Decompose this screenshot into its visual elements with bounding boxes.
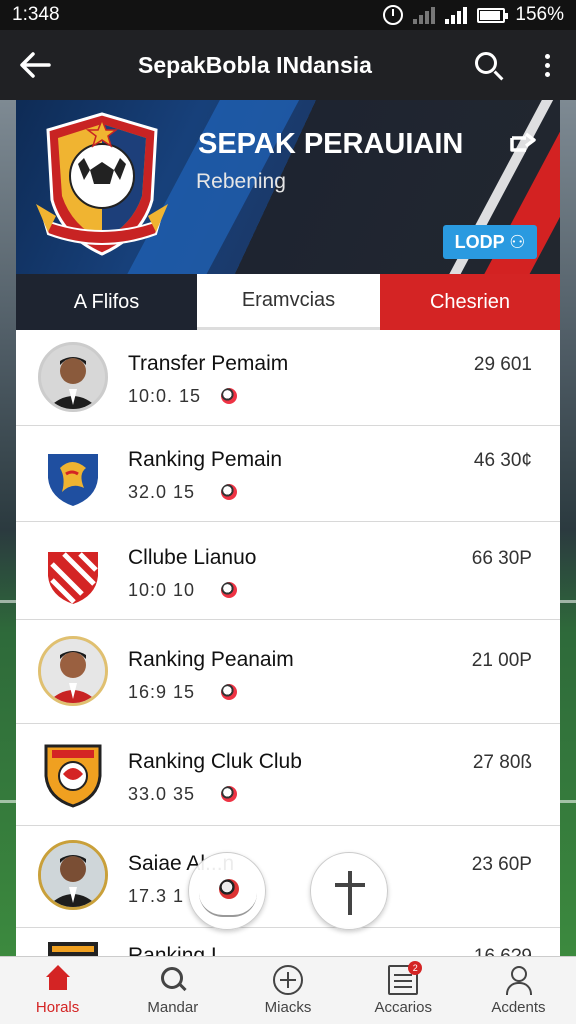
list-item[interactable]: Ranking Peanaim 16:9 15 21 00P bbox=[16, 620, 560, 724]
battery-icon bbox=[477, 7, 509, 23]
tab-flifos[interactable]: A Flifos bbox=[16, 274, 197, 330]
tab-chesrien[interactable]: Chesrien bbox=[380, 274, 560, 330]
football-icon bbox=[221, 684, 237, 700]
cross-icon bbox=[348, 871, 352, 915]
back-arrow-icon[interactable] bbox=[0, 30, 70, 100]
avatar bbox=[38, 840, 108, 910]
nav-label: Horals bbox=[35, 999, 80, 1016]
app-bar: SepakBobla INdansia bbox=[0, 30, 576, 100]
list-item[interactable]: Ranking Cluk Club 33.0 35 27 80ß bbox=[16, 724, 560, 826]
search-icon bbox=[475, 52, 497, 74]
list-item[interactable]: Saiae Al...n 17.3 1 23 60P bbox=[16, 826, 560, 928]
live-score-button[interactable] bbox=[188, 852, 266, 930]
list-item-meta: 10:0 10 bbox=[128, 580, 196, 600]
league-banner: SEPAK PERAUIAIN Rebening LODP ⚇ bbox=[16, 100, 560, 274]
cell-signal-icon bbox=[445, 6, 468, 24]
list-item-title: Ranking Peanaim bbox=[128, 648, 294, 671]
club-crest-red bbox=[48, 542, 98, 604]
list-item-title: Ranking I bbox=[128, 944, 217, 956]
nav-label: Miacks bbox=[264, 999, 312, 1016]
nav-label: Mandar bbox=[147, 999, 199, 1016]
wifi-signal-icon bbox=[413, 6, 436, 24]
football-icon bbox=[221, 484, 237, 500]
list-item[interactable]: Ranking I 16 6?9 bbox=[16, 928, 560, 956]
nav-item-search[interactable]: Mandar bbox=[115, 957, 230, 1024]
list-item-meta: 10:0. 15 bbox=[128, 386, 202, 406]
person-icon bbox=[503, 965, 533, 995]
football-icon bbox=[221, 786, 237, 802]
add-button[interactable] bbox=[310, 852, 388, 930]
list-item-title: Cllube Lianuo bbox=[128, 546, 257, 569]
club-crest-orange bbox=[44, 744, 102, 808]
plus-circle-icon bbox=[273, 965, 303, 995]
search-button[interactable] bbox=[460, 30, 518, 100]
list-item[interactable]: Cllube Lianuo 10:0 10 66 30P bbox=[16, 522, 560, 620]
list-item-title: Transfer Pemaim bbox=[128, 352, 289, 375]
nav-item-documents[interactable]: 2 Accarios bbox=[346, 957, 461, 1024]
list-item-value: 66 30P bbox=[471, 548, 532, 569]
list-item-value: 16 6?9 bbox=[474, 946, 532, 956]
list-item-value: 27 80ß bbox=[472, 752, 532, 773]
share-icon[interactable] bbox=[508, 130, 540, 160]
list-item-title: Ranking Cluk Club bbox=[128, 750, 302, 773]
list-item-value: 46 30¢ bbox=[473, 450, 532, 471]
kebab-menu-icon bbox=[544, 53, 550, 77]
list-item-title: Ranking Pemain bbox=[128, 448, 283, 471]
list-item-meta: 33.0 35 bbox=[128, 784, 196, 804]
list-item-meta: 16:9 15 bbox=[128, 682, 196, 702]
football-icon bbox=[221, 582, 237, 598]
status-time: 1:348 bbox=[12, 4, 60, 25]
document-icon: 2 bbox=[388, 961, 423, 995]
tab-eramvcias[interactable]: Eramvcias bbox=[197, 274, 380, 330]
status-bar: 1:348 156% bbox=[0, 0, 576, 30]
news-list: Transfer Pemaim 10:0. 15 29 601 Ranking … bbox=[16, 330, 560, 956]
alarm-icon bbox=[383, 5, 404, 25]
list-item-meta: 32.0 15 bbox=[128, 482, 196, 502]
more-options-button[interactable] bbox=[518, 30, 576, 100]
banner-title: SEPAK PERAUIAIN bbox=[198, 128, 464, 160]
list-item-value: 29 601 bbox=[473, 354, 532, 375]
home-icon bbox=[43, 965, 73, 995]
battery-percent: 156% bbox=[515, 4, 564, 25]
notification-badge: 2 bbox=[408, 961, 423, 975]
club-crest-blue bbox=[48, 444, 98, 506]
banner-subtitle: Rebening bbox=[196, 170, 286, 193]
status-icons: 156% bbox=[383, 4, 564, 26]
avatar bbox=[38, 342, 108, 412]
list-item-value: 21 00P bbox=[471, 650, 532, 671]
bottom-navigation: Horals Mandar Miacks 2 Accarios Acdents bbox=[0, 956, 576, 1024]
nav-item-add[interactable]: Miacks bbox=[230, 957, 345, 1024]
list-item[interactable]: Ranking Pemain 32.0 15 46 30¢ bbox=[16, 426, 560, 522]
app-title: SepakBobla INdansia bbox=[138, 51, 372, 78]
club-crest-dark bbox=[48, 942, 98, 956]
football-icon bbox=[221, 388, 237, 404]
list-item-meta: 17.3 1 bbox=[128, 886, 185, 906]
list-item-value: 23 60P bbox=[471, 854, 532, 875]
nav-label: Acdents bbox=[491, 999, 546, 1016]
tab-bar: A Flifos Eramvcias Chesrien bbox=[16, 274, 560, 330]
club-crest-logo bbox=[36, 112, 168, 256]
load-button[interactable]: LODP ⚇ bbox=[443, 225, 537, 259]
nav-label: Accarios bbox=[374, 999, 432, 1016]
nav-item-home[interactable]: Horals bbox=[0, 957, 115, 1024]
search-icon bbox=[158, 965, 188, 995]
avatar bbox=[38, 636, 108, 706]
nav-item-profile[interactable]: Acdents bbox=[461, 957, 576, 1024]
list-item[interactable]: Transfer Pemaim 10:0. 15 29 601 bbox=[16, 330, 560, 426]
